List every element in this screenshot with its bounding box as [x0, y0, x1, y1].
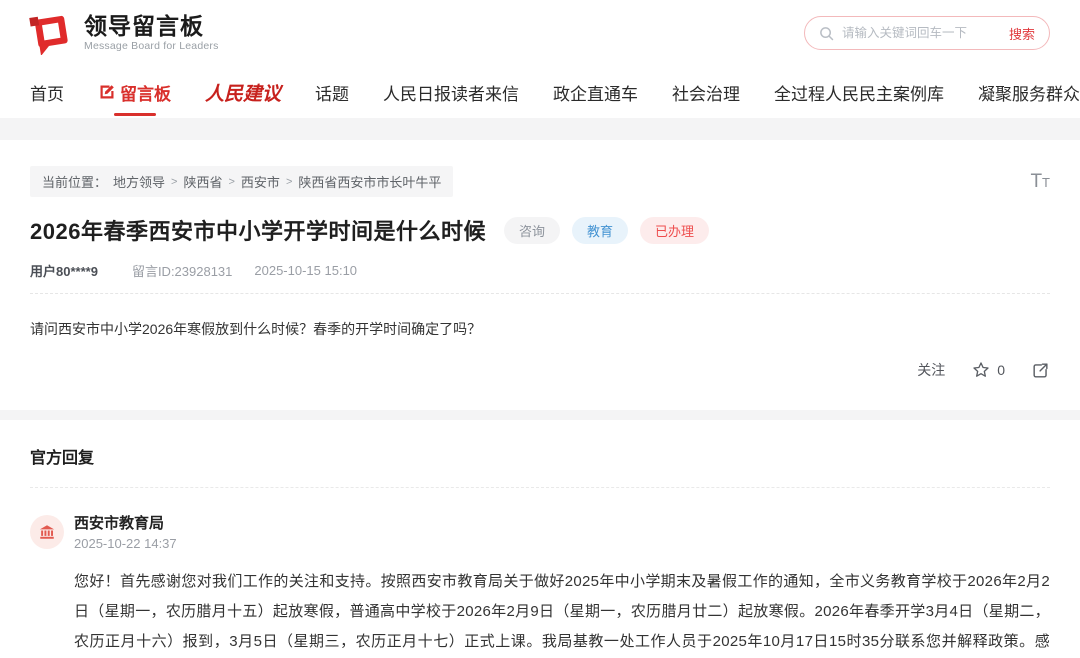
- message-id: 留言ID:23928131: [132, 261, 232, 280]
- badge-status: 已办理: [640, 217, 709, 244]
- badge-category: 咨询: [504, 217, 560, 244]
- badge-domain: 教育: [572, 217, 628, 244]
- message-content: 请问西安市中小学2026年寒假放到什么时候？春季的开学时间确定了吗？: [30, 318, 1050, 340]
- nav-item-topics[interactable]: 话题: [315, 80, 349, 105]
- agency-avatar: [30, 515, 64, 549]
- site-logo[interactable]: 领导留言板 Message Board for Leaders: [28, 11, 219, 55]
- logo-title: 领导留言板: [84, 14, 219, 38]
- breadcrumb-separator: >: [171, 176, 177, 188]
- reply-content: 您好！首先感谢您对我们工作的关注和支持。按照西安市教育局关于做好2025年中小学…: [74, 567, 1050, 658]
- reply-time: 2025-10-22 14:37: [74, 536, 177, 551]
- logo-subtitle: Message Board for Leaders: [84, 41, 219, 52]
- nav-item-home[interactable]: 首页: [30, 80, 64, 105]
- like-button[interactable]: 0: [971, 360, 1005, 380]
- reply-agency-name: 西安市教育局: [74, 512, 177, 533]
- message-card: 当前位置： 地方领导 > 陕西省 > 西安市 > 陕西省西安市市长叶牛平 TT …: [0, 140, 1080, 410]
- breadcrumb-prefix: 当前位置：: [42, 172, 107, 191]
- like-count: 0: [997, 362, 1005, 378]
- search-input[interactable]: [842, 26, 1009, 40]
- font-size-control[interactable]: TT: [1030, 172, 1050, 191]
- breadcrumb-item-mayor[interactable]: 陕西省西安市市长叶牛平: [298, 172, 441, 191]
- page-header: 领导留言板 Message Board for Leaders 搜索: [0, 0, 1080, 66]
- search-icon: [819, 26, 834, 41]
- logo-icon: [28, 11, 74, 55]
- official-reply-section: 官方回复 西安市教育局 2025-10-22 14:37 您好！首先感谢您对我们…: [0, 420, 1080, 658]
- active-tab-underline: [114, 113, 156, 116]
- divider: [30, 487, 1050, 488]
- message-title: 2026年春季西安市中小学开学时间是什么时候: [30, 214, 486, 246]
- breadcrumb-separator: >: [228, 176, 234, 188]
- breadcrumb-item-province[interactable]: 陕西省: [183, 172, 222, 191]
- badge-group: 咨询 教育 已办理: [504, 217, 709, 244]
- breadcrumb-item-local-leaders[interactable]: 地方领导: [113, 172, 165, 191]
- message-user: 用户80****9: [30, 261, 98, 280]
- nav-item-readers-letters[interactable]: 人民日报读者来信: [383, 80, 519, 105]
- nav-item-gov-enterprise[interactable]: 政企直通车: [553, 80, 638, 105]
- message-time: 2025-10-15 15:10: [254, 263, 357, 278]
- main-nav: 首页 留言板 人民建议 话题 人民日报读者来信 政企直通车 社会治理 全过程人民…: [0, 66, 1080, 118]
- reply-section-heading: 官方回复: [30, 444, 1050, 468]
- breadcrumb-item-city[interactable]: 西安市: [241, 172, 280, 191]
- breadcrumb-separator: >: [286, 176, 292, 188]
- breadcrumb: 当前位置： 地方领导 > 陕西省 > 西安市 > 陕西省西安市市长叶牛平: [30, 166, 453, 197]
- message-actions: 关注 0: [30, 360, 1050, 380]
- message-meta: 用户80****9 留言ID:23928131 2025-10-15 15:10: [30, 261, 1050, 280]
- nav-item-democracy-cases[interactable]: 全过程人民民主案例库: [774, 80, 944, 105]
- nav-item-serve-masses[interactable]: 凝聚服务群众: [978, 80, 1080, 105]
- star-icon: [971, 360, 991, 380]
- nav-item-social-governance[interactable]: 社会治理: [672, 80, 740, 105]
- follow-button[interactable]: 关注: [917, 360, 945, 380]
- reply-card: 西安市教育局 2025-10-22 14:37 您好！首先感谢您对我们工作的关注…: [30, 512, 1050, 658]
- search-box: 搜索: [804, 16, 1050, 50]
- edit-icon: [98, 83, 116, 101]
- nav-item-people-suggestions[interactable]: 人民建议: [205, 79, 281, 106]
- share-button[interactable]: [1031, 361, 1050, 380]
- nav-item-message-board[interactable]: 留言板: [98, 80, 171, 105]
- share-icon: [1031, 361, 1050, 380]
- government-building-icon: [38, 523, 56, 541]
- divider: [30, 293, 1050, 294]
- search-button[interactable]: 搜索: [1009, 24, 1035, 43]
